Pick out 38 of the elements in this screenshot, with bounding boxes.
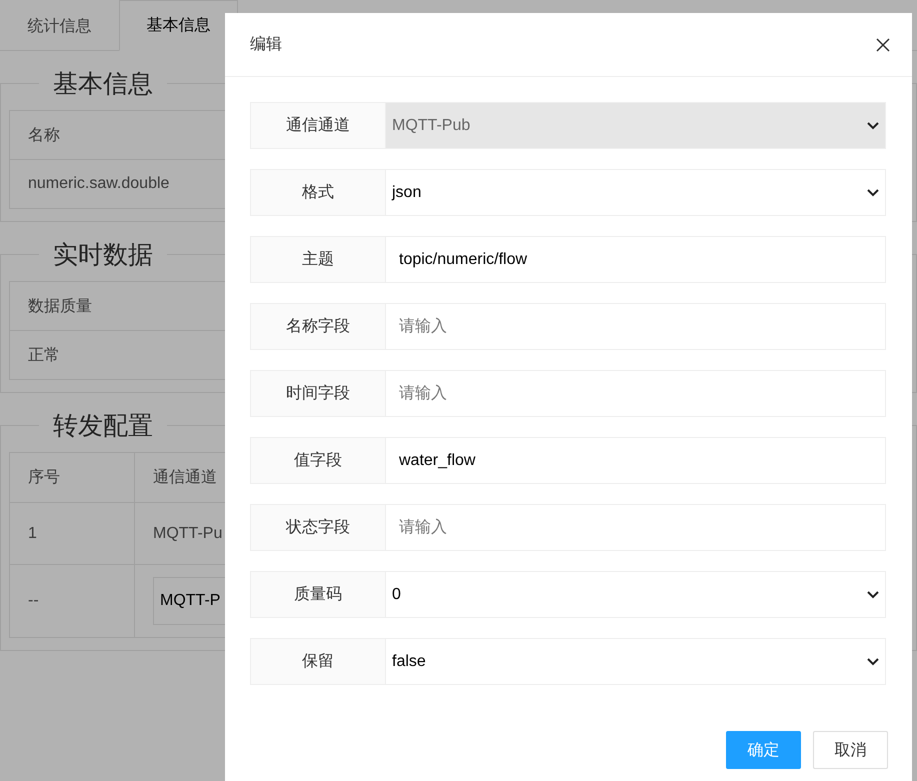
select-field[interactable]: json xyxy=(386,169,886,216)
table-cell: -- xyxy=(28,592,39,610)
table-cell-text: 正常 xyxy=(28,346,60,366)
table-header-cell-text: 名称 xyxy=(28,126,60,146)
input-field[interactable]: water_flow xyxy=(386,437,886,484)
table-cell: 1 xyxy=(28,524,37,542)
chevron-down-icon xyxy=(867,590,879,598)
chevron-down-icon xyxy=(867,658,879,666)
table-header-cell-text: 序号 xyxy=(28,468,60,488)
section-title: 转发配置 xyxy=(52,411,154,442)
field-label: 值字段 xyxy=(250,437,386,484)
tab[interactable]: 统计信息 xyxy=(0,0,119,51)
table-header-cell-text: 数据质量 xyxy=(28,296,92,316)
section-title: 基本信息 xyxy=(52,69,154,100)
field-label: 格式 xyxy=(250,169,386,216)
input-field[interactable]: 请输入 xyxy=(386,504,886,551)
table-cell: numeric.saw.double xyxy=(28,175,170,193)
table-cell: MQTT-Pu xyxy=(153,524,222,542)
input-field[interactable]: 请输入 xyxy=(386,370,886,417)
table-header-cell-text: 通信通道 xyxy=(153,468,217,488)
select-field[interactable]: false xyxy=(386,638,886,685)
field-label: 状态字段 xyxy=(250,504,386,551)
tab[interactable]: 基本信息 xyxy=(119,0,238,51)
close-button[interactable] xyxy=(874,36,892,54)
field-label: 主题 xyxy=(250,236,386,283)
field-label: 名称字段 xyxy=(250,303,386,350)
field-label: 通信通道 xyxy=(250,102,386,149)
select-field[interactable]: 0 xyxy=(386,571,886,618)
chevron-down-icon xyxy=(867,188,879,196)
chevron-down-icon xyxy=(867,122,879,130)
field-label: 保留 xyxy=(250,638,386,685)
section-title: 实时数据 xyxy=(52,240,154,271)
input-field[interactable]: topic/numeric/flow xyxy=(386,236,886,283)
dialog-title: 编辑 xyxy=(250,34,282,55)
field-label: 时间字段 xyxy=(250,370,386,417)
input-field[interactable]: 请输入 xyxy=(386,303,886,350)
field-label: 质量码 xyxy=(250,571,386,618)
cancel-button[interactable]: 取消 xyxy=(813,731,888,769)
